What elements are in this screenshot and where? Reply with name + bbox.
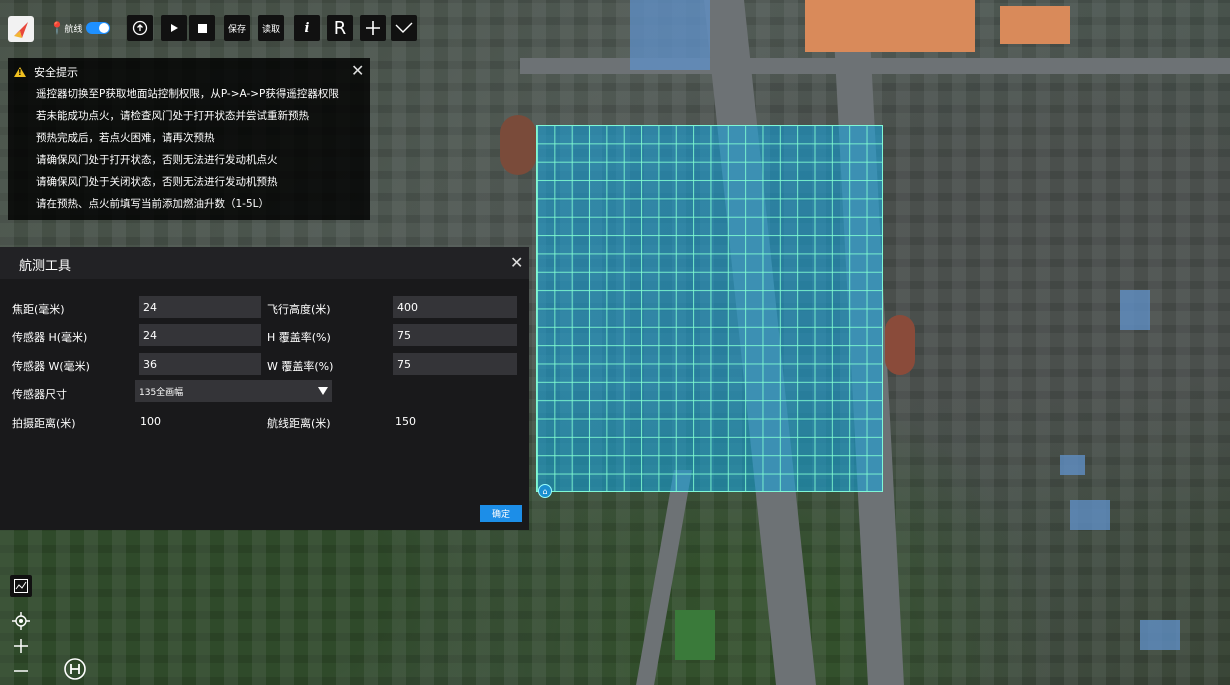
- map-building: [630, 0, 710, 70]
- safety-title: 安全提示: [34, 66, 78, 79]
- check-button[interactable]: [391, 15, 417, 41]
- stop-button[interactable]: [189, 15, 215, 41]
- map-track: [885, 315, 915, 375]
- map-building: [1060, 455, 1085, 475]
- helipad-icon: [64, 658, 86, 680]
- home-return-button[interactable]: [62, 656, 88, 682]
- sensor-size-value: 135全画幅: [139, 387, 184, 398]
- survey-tool-panel: 航测工具 ✕ 焦距(毫米) 飞行高度(米) 传感器 H(毫米) H 覆盖率(%)…: [0, 247, 529, 530]
- sensor-h-input[interactable]: [139, 324, 261, 346]
- survey-title: 航测工具: [19, 259, 72, 274]
- minus-icon: [14, 670, 28, 672]
- w-overlap-input[interactable]: [393, 353, 517, 375]
- h-overlap-input[interactable]: [393, 324, 517, 346]
- focal-length-label: 焦距(毫米): [12, 303, 65, 316]
- sensor-size-label: 传感器尺寸: [12, 388, 67, 401]
- safety-line: 请在预热、点火前填写当前添加燃油升数（1-5L）: [36, 198, 269, 210]
- safety-notice-panel: ! 安全提示 ✕ 遥控器切换至P获取地面站控制权限，从P->A->P获得遥控器权…: [8, 58, 370, 220]
- w-overlap-label: W 覆盖率(%): [267, 360, 334, 373]
- route-label: 航线: [64, 24, 83, 35]
- upload-button[interactable]: [127, 15, 153, 41]
- safety-line: 请确保风门处于关闭状态，否则无法进行发动机预热: [36, 176, 278, 188]
- sensor-h-label: 传感器 H(毫米): [12, 331, 88, 344]
- dropdown-arrow-icon: [318, 387, 328, 395]
- top-toolbar: 📍 航线 保存 读取 i R: [0, 12, 430, 44]
- map-track: [500, 115, 536, 175]
- chart-button[interactable]: [10, 575, 32, 597]
- route-distance-label: 航线距离(米): [267, 417, 331, 430]
- sensor-w-label: 传感器 W(毫米): [12, 360, 90, 373]
- play-button[interactable]: [161, 15, 187, 41]
- safety-line: 遥控器切换至P获取地面站控制权限，从P->A->P获得遥控器权限: [36, 88, 339, 100]
- confirm-button[interactable]: 确定: [480, 505, 522, 522]
- save-label: 保存: [227, 24, 246, 35]
- add-button[interactable]: [360, 15, 386, 41]
- r-icon: R: [333, 17, 347, 39]
- altitude-label: 飞行高度(米): [267, 303, 331, 316]
- safety-line: 请确保风门处于打开状态，否则无法进行发动机点火: [36, 154, 278, 166]
- locate-button[interactable]: [10, 610, 32, 632]
- zoom-in-button[interactable]: [10, 635, 32, 657]
- focal-length-input[interactable]: [139, 296, 261, 318]
- altitude-input[interactable]: [393, 296, 517, 318]
- map-building: [805, 0, 975, 52]
- stop-icon: [197, 23, 207, 33]
- home-icon[interactable]: ⌂: [538, 484, 552, 498]
- sensor-size-select[interactable]: 135全画幅: [135, 380, 332, 402]
- close-icon[interactable]: ✕: [510, 255, 523, 271]
- app-logo-icon: [8, 16, 34, 42]
- safety-line: 预热完成后，若点火困难，请再次预热: [36, 132, 215, 144]
- map-road: [520, 58, 1230, 74]
- warning-icon: !: [14, 67, 26, 77]
- checkmark-icon: [395, 22, 413, 33]
- read-label: 读取: [261, 24, 280, 35]
- save-button[interactable]: 保存: [224, 15, 250, 41]
- upload-circle-icon: [132, 20, 148, 36]
- map-building: [1000, 6, 1070, 44]
- h-overlap-label: H 覆盖率(%): [267, 331, 331, 344]
- safety-line: 若未能成功点火，请检查风门处于打开状态并尝试重新预热: [36, 110, 309, 122]
- crosshair-icon: [12, 612, 30, 630]
- info-icon: i: [304, 20, 310, 36]
- map-building: [1070, 500, 1110, 530]
- r-button[interactable]: R: [327, 15, 353, 41]
- map-building: [1140, 620, 1180, 650]
- plus-icon: [366, 21, 380, 35]
- survey-title-bar: 航测工具 ✕: [0, 247, 529, 279]
- route-switch[interactable]: [86, 22, 111, 34]
- route-distance-value: 150: [395, 415, 416, 428]
- sensor-w-input[interactable]: [139, 353, 261, 375]
- zoom-out-button[interactable]: [10, 660, 32, 682]
- shot-distance-value: 100: [140, 415, 161, 428]
- plus-icon: [14, 639, 28, 653]
- read-button[interactable]: 读取: [258, 15, 284, 41]
- route-toggle[interactable]: 📍 航线: [48, 12, 112, 44]
- survey-grid-overlay[interactable]: [536, 125, 883, 492]
- map-field: [675, 610, 715, 660]
- close-icon[interactable]: ✕: [351, 63, 364, 79]
- location-pin-icon: 📍: [49, 21, 65, 35]
- safety-header: ! 安全提示: [14, 64, 78, 80]
- info-button[interactable]: i: [294, 15, 320, 41]
- line-chart-icon: [14, 579, 28, 593]
- map-building: [1120, 290, 1150, 330]
- play-icon: [171, 24, 178, 32]
- shot-distance-label: 拍摄距离(米): [12, 417, 76, 430]
